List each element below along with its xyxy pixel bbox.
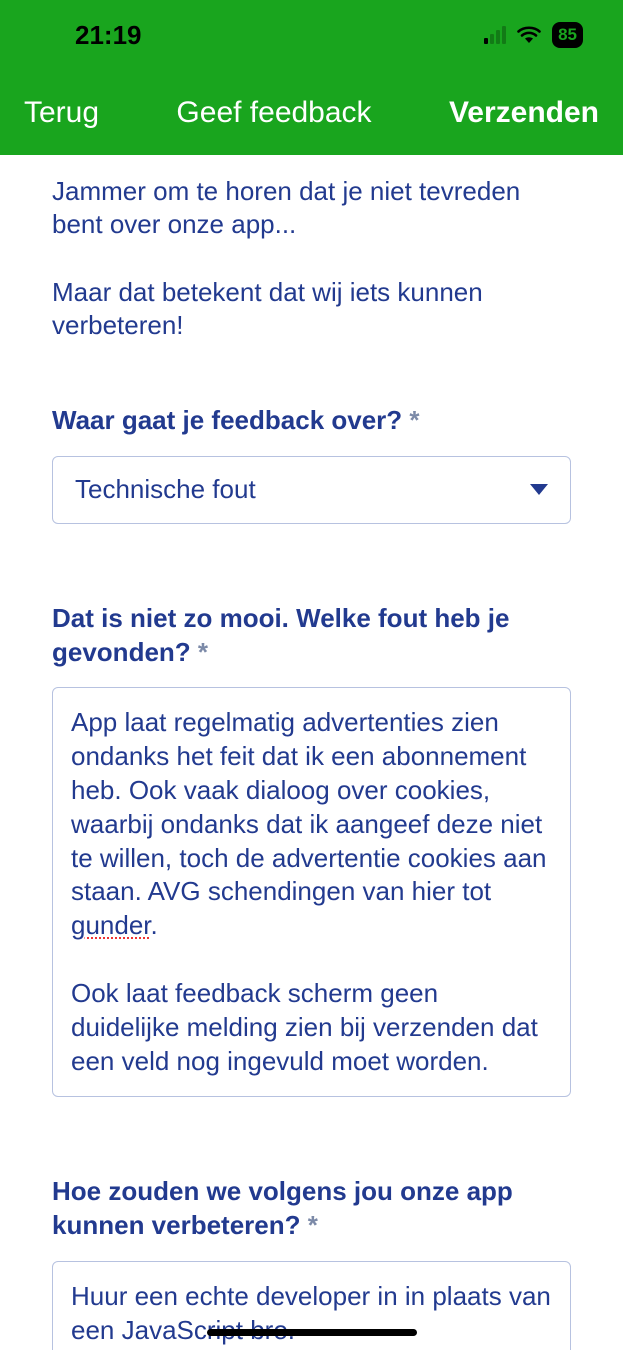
question-2-label-text: Dat is niet zo mooi. Welke fout heb je g… [52,603,509,667]
content-area: Jammer om te horen dat je niet tevreden … [0,155,623,1350]
status-bar: 21:19 85 [0,0,623,70]
status-right-group: 85 [484,22,583,48]
improvement-suggestion-textarea[interactable]: Huur een echte developer in in plaats va… [52,1261,571,1350]
required-asterisk: * [409,405,419,435]
question-1-label: Waar gaat je feedback over? * [52,404,571,438]
submit-button[interactable]: Verzenden [449,96,599,130]
error-description-p2: Ook laat feedback scherm geen duidelijke… [71,977,552,1078]
error-description-p1: App laat regelmatig advertenties zien on… [71,706,552,943]
nav-bar: Terug Geef feedback Verzenden [0,70,623,155]
home-indicator[interactable] [207,1329,417,1336]
question-3-label-text: Hoe zouden we volgens jou onze app kunne… [52,1176,513,1240]
question-1-label-text: Waar gaat je feedback over? [52,405,402,435]
intro-text: Jammer om te horen dat je niet tevreden … [52,175,571,342]
intro-paragraph-2: Maar dat betekent dat wij iets kunnen ve… [52,276,571,343]
intro-paragraph-1: Jammer om te horen dat je niet tevreden … [52,175,571,242]
feedback-topic-value: Technische fout [75,474,256,505]
error-description-textarea[interactable]: App laat regelmatig advertenties zien on… [52,687,571,1097]
back-button[interactable]: Terug [24,96,99,130]
status-time: 21:19 [75,20,142,51]
error-p1-text-a: App laat regelmatig advertenties zien on… [71,707,547,906]
wifi-icon [516,25,542,45]
chevron-down-icon [530,484,548,496]
required-asterisk: * [308,1210,318,1240]
cellular-signal-icon [484,26,506,44]
error-p1-text-b: . [151,910,158,940]
battery-icon: 85 [552,22,583,48]
question-2-label: Dat is niet zo mooi. Welke fout heb je g… [52,602,571,670]
misspelled-word: gunder [71,910,151,940]
page-title: Geef feedback [176,96,371,130]
blank-line [71,943,552,977]
required-asterisk: * [198,637,208,667]
question-3-label: Hoe zouden we volgens jou onze app kunne… [52,1175,571,1243]
feedback-topic-select[interactable]: Technische fout [52,456,571,524]
